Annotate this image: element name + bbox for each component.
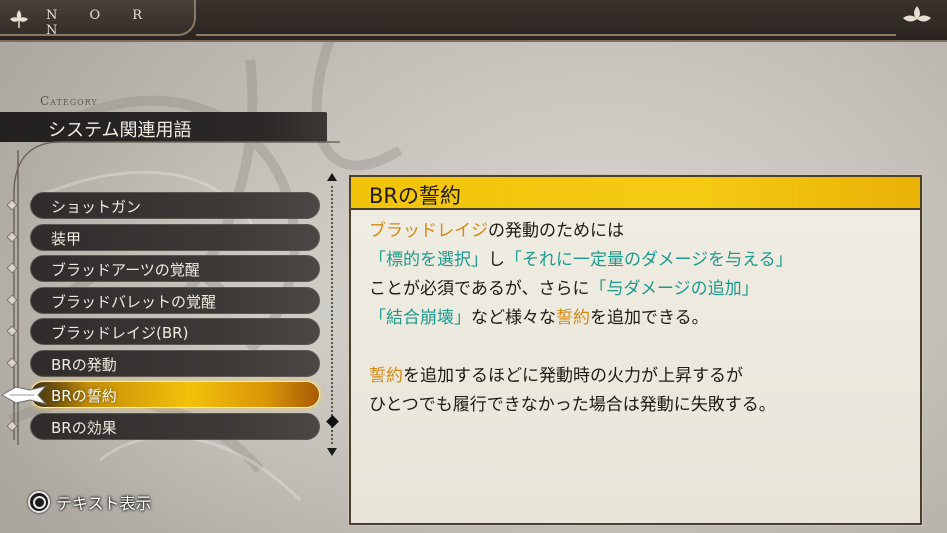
list-item-label: BRの発動 <box>51 356 117 374</box>
detail-line: 誓約を追加するほどに発動時の火力が上昇するが <box>369 362 914 391</box>
detail-text: を追加できる。 <box>590 308 709 328</box>
detail-line: ことが必須であるが、さらに「与ダメージの追加」 <box>369 275 914 304</box>
detail-line: 「標的を選択」し「それに一定量のダメージを与える」 <box>369 246 914 275</box>
brand-tab: N O R N <box>0 0 196 38</box>
text-display-label: テキスト表示 <box>56 494 152 513</box>
list-item[interactable]: 装甲 <box>30 224 320 251</box>
list-item[interactable]: BRの発動 <box>30 350 320 377</box>
detail-highlight-teal: 「それに一定量のダメージを与える」 <box>505 250 793 270</box>
list-item-selected[interactable]: BRの誓約 <box>30 381 320 408</box>
detail-text: ことが必須であるが、さらに <box>369 279 590 299</box>
list-item-label: BRの誓約 <box>51 387 117 405</box>
detail-line: 「結合崩壊」など様々な誓約を追加できる。 <box>369 304 914 333</box>
detail-highlight-teal: 「結合崩壊」 <box>369 308 471 328</box>
detail-title-bar: BRの誓約 <box>351 177 920 210</box>
list-item-label: 装甲 <box>51 230 82 248</box>
selection-cursor-icon <box>0 385 48 405</box>
circle-button-icon <box>28 491 50 513</box>
list-item[interactable]: ブラッドレイジ(BR) <box>30 318 320 345</box>
list-item-label: ブラッドバレットの覚醒 <box>51 293 217 311</box>
detail-highlight-teal: 「標的を選択」 <box>369 250 488 270</box>
detail-text: など様々な <box>471 308 556 328</box>
detail-text: ひとつでも履行できなかった場合は発動に失敗する。 <box>369 395 776 415</box>
detail-text: を追加するほどに発動時の火力が上昇するが <box>403 366 743 386</box>
list-item-label: ショットガン <box>51 198 142 216</box>
fleur-icon <box>10 10 28 28</box>
detail-line: ブラッドレイジの発動のためには <box>369 217 914 246</box>
detail-body: ブラッドレイジの発動のためには 「標的を選択」し「それに一定量のダメージを与える」… <box>369 217 914 420</box>
text-display-button[interactable]: テキスト表示 <box>28 490 152 514</box>
detail-line <box>369 333 914 362</box>
detail-line: ひとつでも履行できなかった場合は発動に失敗する。 <box>369 391 914 420</box>
category-caption: Category <box>40 94 98 108</box>
detail-text: の発動のためには <box>488 221 624 241</box>
detail-highlight-teal: 「与ダメージの追加」 <box>589 279 759 299</box>
category-value: システム関連用語 <box>48 120 192 141</box>
list-item-label: ブラッドアーツの覚醒 <box>51 261 200 279</box>
category-bar: システム関連用語 <box>0 112 327 142</box>
detail-highlight-orange: 誓約 <box>556 308 590 328</box>
list-item-label: BRの効果 <box>51 419 117 437</box>
list-item[interactable]: ブラッドバレットの覚醒 <box>30 287 320 314</box>
scrollbar-track[interactable] <box>331 186 333 446</box>
detail-highlight-orange: ブラッドレイジ <box>369 221 488 241</box>
header-rule <box>196 34 896 36</box>
scroll-down-arrow-icon[interactable] <box>326 447 338 457</box>
list-item-label: ブラッドレイジ(BR) <box>51 324 189 342</box>
detail-highlight-orange: 誓約 <box>369 366 403 386</box>
scroll-up-arrow-icon[interactable] <box>326 172 338 182</box>
brand-name: N O R N <box>46 8 157 38</box>
list-item[interactable]: ブラッドアーツの覚醒 <box>30 255 320 282</box>
top-header: N O R N <box>0 0 947 42</box>
detail-panel: BRの誓約 ブラッドレイジの発動のためには 「標的を選択」し「それに一定量のダメー… <box>349 175 922 525</box>
list-item[interactable]: BRの効果 <box>30 413 320 440</box>
fleur-icon <box>903 6 931 22</box>
detail-title: BRの誓約 <box>369 184 461 208</box>
list-item[interactable]: ショットガン <box>30 192 320 219</box>
detail-text: し <box>488 250 505 270</box>
